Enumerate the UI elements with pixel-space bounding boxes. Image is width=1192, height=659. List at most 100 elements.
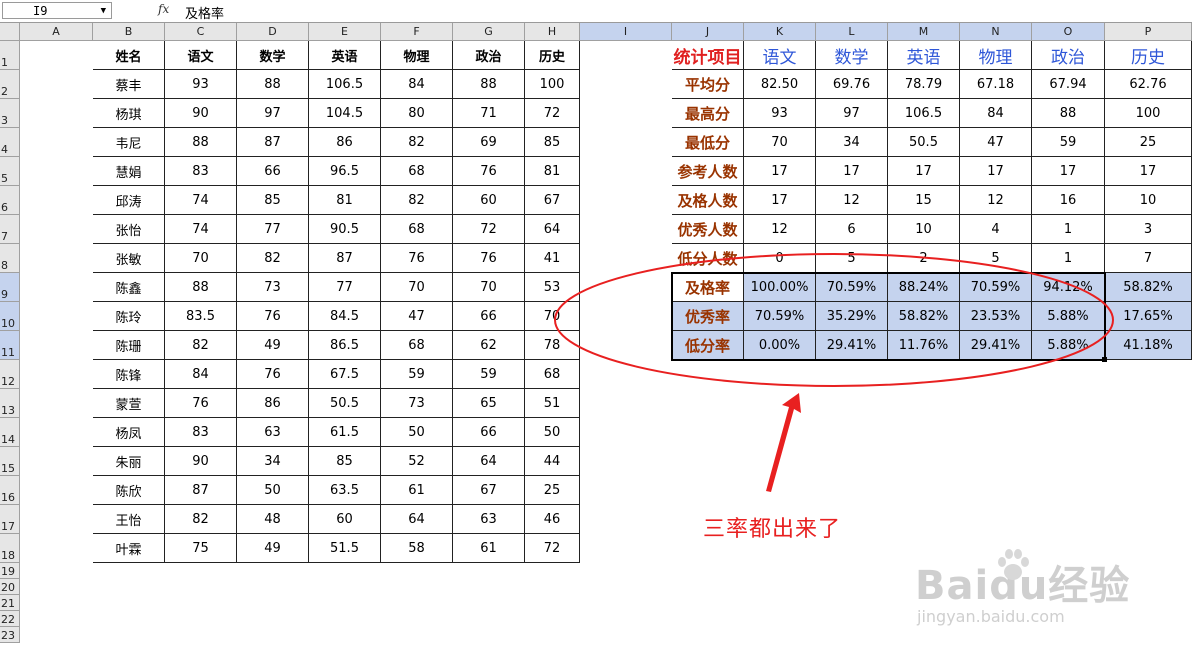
score-cell[interactable]: 72 — [525, 99, 580, 128]
student-name-cell[interactable]: 杨凤 — [93, 418, 165, 447]
stats-value-cell[interactable]: 82.50 — [744, 70, 816, 99]
score-cell[interactable]: 49 — [237, 534, 309, 563]
column-header-N[interactable]: N — [960, 23, 1032, 41]
student-name-cell[interactable]: 韦尼 — [93, 128, 165, 157]
row-header-13[interactable]: 13 — [0, 389, 20, 418]
stats-value-cell[interactable]: 16 — [1032, 186, 1105, 215]
score-cell[interactable]: 69 — [453, 128, 525, 157]
score-cell[interactable]: 82 — [237, 244, 309, 273]
stats-value-cell[interactable]: 69.76 — [816, 70, 888, 99]
stats-value-cell[interactable]: 1 — [1032, 215, 1105, 244]
stats-value-cell[interactable]: 12 — [744, 215, 816, 244]
score-cell[interactable]: 81 — [309, 186, 381, 215]
score-cell[interactable]: 73 — [237, 273, 309, 302]
stats-value-cell[interactable]: 34 — [816, 128, 888, 157]
stats-value-cell[interactable]: 17 — [1032, 157, 1105, 186]
stats-value-cell[interactable]: 23.53% — [960, 302, 1032, 331]
score-cell[interactable]: 88 — [237, 70, 309, 99]
stats-subject-header-cell[interactable]: 英语 — [888, 41, 960, 70]
row-header-2[interactable]: 2 — [0, 70, 20, 99]
student-name-cell[interactable]: 张怡 — [93, 215, 165, 244]
chevron-down-icon[interactable]: ▼ — [101, 3, 106, 20]
stats-value-cell[interactable]: 29.41% — [816, 331, 888, 360]
score-cell[interactable]: 70 — [525, 302, 580, 331]
score-cell[interactable]: 86 — [309, 128, 381, 157]
student-name-cell[interactable]: 慧娟 — [93, 157, 165, 186]
stats-label-cell[interactable]: 优秀人数 — [672, 215, 744, 244]
row-header-22[interactable]: 22 — [0, 611, 20, 627]
score-cell[interactable]: 60 — [453, 186, 525, 215]
row-header-15[interactable]: 15 — [0, 447, 20, 476]
stats-value-cell[interactable]: 10 — [1105, 186, 1192, 215]
score-cell[interactable]: 77 — [237, 215, 309, 244]
left-table-header-cell[interactable]: 语文 — [165, 41, 237, 70]
score-cell[interactable]: 83 — [165, 418, 237, 447]
stats-label-cell[interactable]: 低分人数 — [672, 244, 744, 273]
student-name-cell[interactable]: 朱丽 — [93, 447, 165, 476]
score-cell[interactable]: 93 — [165, 70, 237, 99]
stats-value-cell[interactable]: 94.12% — [1032, 273, 1105, 302]
score-cell[interactable]: 70 — [165, 244, 237, 273]
score-cell[interactable]: 90.5 — [309, 215, 381, 244]
score-cell[interactable]: 76 — [453, 157, 525, 186]
score-cell[interactable]: 82 — [381, 128, 453, 157]
stats-value-cell[interactable]: 0.00% — [744, 331, 816, 360]
stats-value-cell[interactable]: 59 — [1032, 128, 1105, 157]
student-name-cell[interactable]: 张敏 — [93, 244, 165, 273]
score-cell[interactable]: 82 — [165, 331, 237, 360]
stats-value-cell[interactable]: 62.76 — [1105, 70, 1192, 99]
score-cell[interactable]: 80 — [381, 99, 453, 128]
score-cell[interactable]: 41 — [525, 244, 580, 273]
spreadsheet-grid[interactable]: A B C D E F G H I J K L M N O P 1 2 3 4 5 6 7 8 9 10 11 12 13 14 15 16 1… — [0, 23, 1192, 659]
score-cell[interactable]: 76 — [381, 244, 453, 273]
stats-value-cell[interactable]: 0 — [744, 244, 816, 273]
stats-value-cell[interactable]: 41.18% — [1105, 331, 1192, 360]
stats-value-cell[interactable]: 70 — [744, 128, 816, 157]
score-cell[interactable]: 86.5 — [309, 331, 381, 360]
stats-value-cell[interactable]: 17 — [744, 186, 816, 215]
score-cell[interactable]: 106.5 — [309, 70, 381, 99]
row-header-20[interactable]: 20 — [0, 579, 20, 595]
stats-value-cell[interactable]: 3 — [1105, 215, 1192, 244]
score-cell[interactable]: 61.5 — [309, 418, 381, 447]
student-name-cell[interactable]: 蔡丰 — [93, 70, 165, 99]
score-cell[interactable]: 86 — [237, 389, 309, 418]
score-cell[interactable]: 63 — [237, 418, 309, 447]
row-header-11[interactable]: 11 — [0, 331, 20, 360]
column-header-G[interactable]: G — [453, 23, 525, 41]
left-table-header-cell[interactable]: 数学 — [237, 41, 309, 70]
stats-value-cell[interactable]: 17 — [888, 157, 960, 186]
row-header-23[interactable]: 23 — [0, 627, 20, 643]
column-header-H[interactable]: H — [525, 23, 580, 41]
stats-value-cell[interactable]: 106.5 — [888, 99, 960, 128]
stats-value-cell[interactable]: 12 — [960, 186, 1032, 215]
score-cell[interactable]: 44 — [525, 447, 580, 476]
stats-value-cell[interactable]: 58.82% — [888, 302, 960, 331]
student-name-cell[interactable]: 陈欣 — [93, 476, 165, 505]
stats-subject-header-cell[interactable]: 物理 — [960, 41, 1032, 70]
score-cell[interactable]: 88 — [165, 128, 237, 157]
score-cell[interactable]: 51 — [525, 389, 580, 418]
score-cell[interactable]: 84.5 — [309, 302, 381, 331]
row-header-19[interactable]: 19 — [0, 563, 20, 579]
stats-subject-header-cell[interactable]: 政治 — [1032, 41, 1105, 70]
left-table-header-cell[interactable]: 政治 — [453, 41, 525, 70]
score-cell[interactable]: 82 — [165, 505, 237, 534]
score-cell[interactable]: 75 — [165, 534, 237, 563]
stats-value-cell[interactable]: 97 — [816, 99, 888, 128]
score-cell[interactable]: 81 — [525, 157, 580, 186]
student-name-cell[interactable]: 邱涛 — [93, 186, 165, 215]
stats-value-cell[interactable]: 2 — [888, 244, 960, 273]
stats-label-cell[interactable]: 参考人数 — [672, 157, 744, 186]
stats-value-cell[interactable]: 5 — [960, 244, 1032, 273]
stats-value-cell[interactable]: 17 — [744, 157, 816, 186]
score-cell[interactable]: 63.5 — [309, 476, 381, 505]
stats-value-cell[interactable]: 67.18 — [960, 70, 1032, 99]
stats-value-cell[interactable]: 88.24% — [888, 273, 960, 302]
formula-input[interactable]: 及格率 — [185, 3, 224, 22]
stats-label-cell[interactable]: 平均分 — [672, 70, 744, 99]
score-cell[interactable]: 34 — [237, 447, 309, 476]
stats-value-cell[interactable]: 78.79 — [888, 70, 960, 99]
stats-value-cell[interactable]: 67.94 — [1032, 70, 1105, 99]
column-header-L[interactable]: L — [816, 23, 888, 41]
